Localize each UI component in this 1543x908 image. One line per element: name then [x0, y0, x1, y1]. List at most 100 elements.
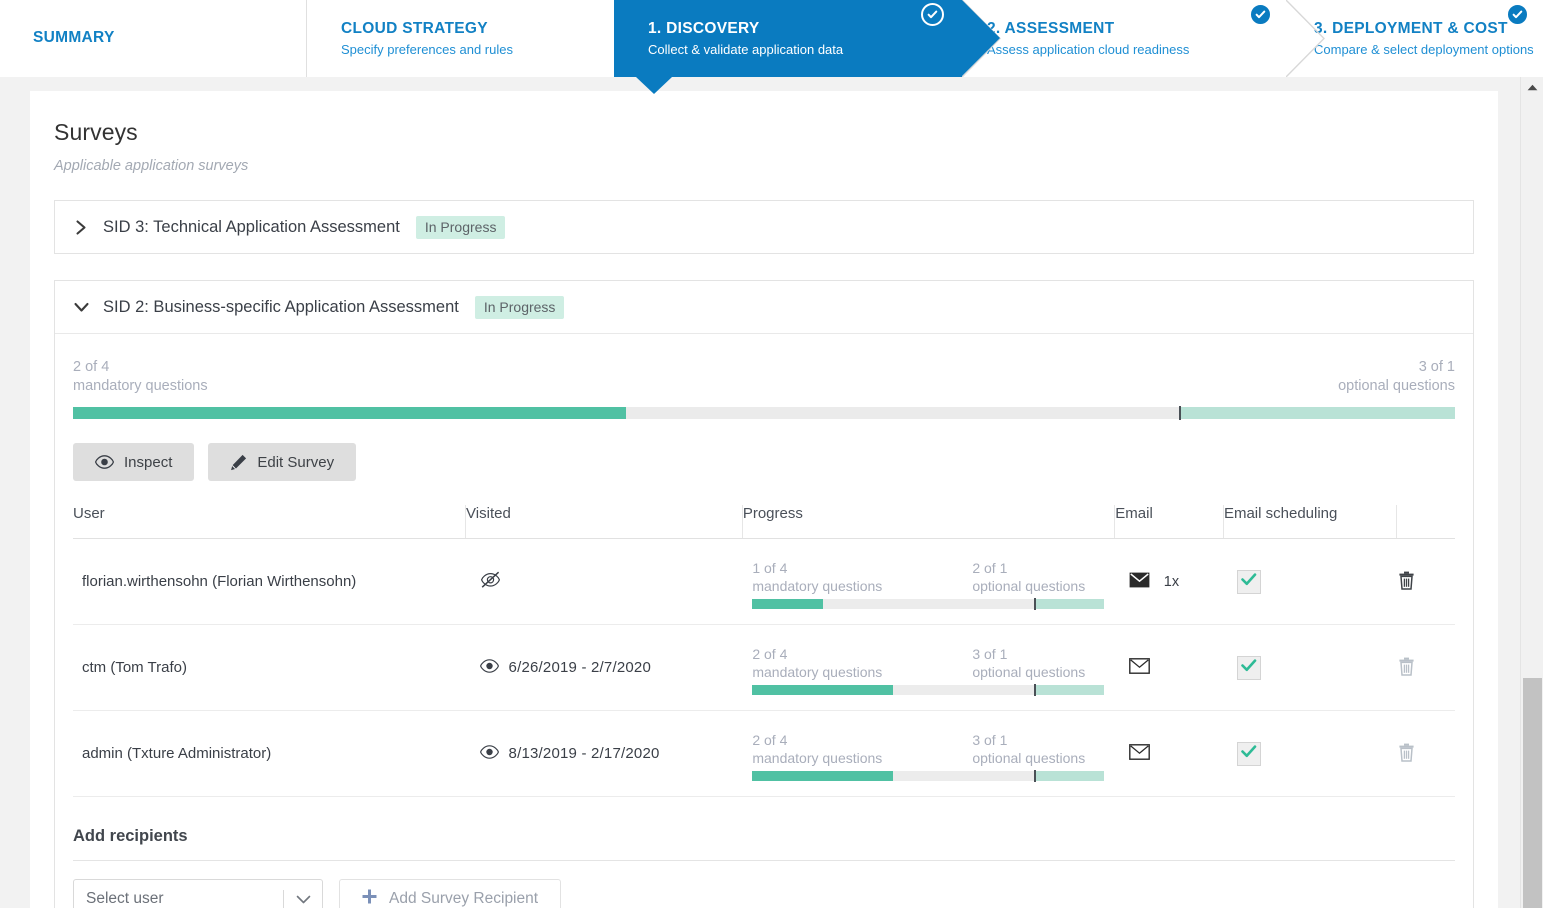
- progress-divider-tick: [1178, 406, 1181, 420]
- row-optional-caption: optional questions: [972, 749, 1086, 766]
- select-user-dropdown[interactable]: Select user: [73, 879, 323, 908]
- overall-progress-bar: [73, 406, 1455, 420]
- cell-user: admin (Txture Administrator): [73, 710, 466, 797]
- wizard-step-discovery[interactable]: 1. DISCOVERY Collect & validate applicat…: [614, 0, 1000, 94]
- wizard-step-subtitle: Specify preferences and rules: [341, 41, 513, 57]
- row-mandatory-caption: mandatory questions: [752, 577, 883, 594]
- plus-icon: [362, 889, 377, 908]
- table-row: ctm (Tom Trafo) 6/26/2019 - 2/7/2020 2 o…: [73, 624, 1455, 711]
- edit-survey-label: Edit Survey: [257, 453, 335, 471]
- trash-icon: [1398, 657, 1415, 679]
- email-scheduling-checkbox[interactable]: [1237, 569, 1262, 594]
- email-scheduling-checkbox[interactable]: [1237, 741, 1262, 766]
- inspect-label: Inspect: [124, 453, 173, 471]
- add-survey-recipient-label: Add Survey Recipient: [389, 890, 539, 907]
- cell-visited: 6/26/2019 - 2/7/2020: [465, 624, 743, 711]
- check-icon: [1241, 745, 1257, 762]
- vertical-scrollbar[interactable]: [1520, 77, 1543, 908]
- scroll-up-button[interactable]: [1521, 77, 1543, 97]
- pencil-icon: [230, 454, 247, 471]
- row-optional-caption: optional questions: [972, 577, 1086, 594]
- eye-icon: [479, 658, 499, 677]
- wizard-step-summary[interactable]: SUMMARY: [0, 0, 306, 77]
- row-optional-fill: [1033, 684, 1105, 695]
- row-optional-fill: [1033, 770, 1105, 781]
- chevron-down-icon: [296, 880, 311, 908]
- status-badge: In Progress: [474, 295, 565, 319]
- check-circle-icon: [921, 3, 944, 26]
- optional-caption: optional questions: [1338, 378, 1455, 394]
- envelope-filled-icon[interactable]: [1129, 572, 1150, 592]
- check-circle-icon: [1506, 3, 1529, 26]
- row-progress-divider-tick: [1033, 769, 1036, 782]
- email-scheduling-checkbox[interactable]: [1237, 655, 1262, 680]
- survey-panel-sid3: SID 3: Technical Application Assessment …: [54, 200, 1474, 254]
- row-optional-label: 3 of 1 optional questions: [972, 731, 1085, 767]
- eye-icon: [479, 744, 499, 763]
- row-mandatory-fill: [752, 598, 823, 609]
- edit-survey-button[interactable]: Edit Survey: [208, 443, 357, 481]
- row-optional-count: 2 of 1: [972, 559, 1008, 576]
- wizard-step-nav: SUMMARY CLOUD STRATEGY Specify preferenc…: [0, 0, 1543, 94]
- wizard-active-arrow: [962, 0, 1000, 76]
- eye-slash-icon: [480, 571, 501, 592]
- page-title: Surveys: [54, 119, 138, 145]
- wizard-step-subtitle: Compare & select deployment options: [1314, 41, 1534, 57]
- optional-progress-label: 3 of 1 optional questions: [1338, 358, 1455, 396]
- row-optional-caption: optional questions: [972, 663, 1086, 680]
- chevron-down-icon: [73, 302, 89, 313]
- cell-delete: [1396, 624, 1455, 711]
- cell-email: [1114, 710, 1224, 797]
- add-survey-recipient-button[interactable]: Add Survey Recipient: [339, 879, 562, 908]
- optional-count: 3 of 1: [1418, 359, 1455, 375]
- inspect-button[interactable]: Inspect: [73, 443, 195, 481]
- delete-recipient-button[interactable]: [1398, 657, 1415, 679]
- survey-panel-body: 2 of 4 mandatory questions 3 of 1 option…: [55, 333, 1473, 908]
- cell-email-scheduling: [1223, 624, 1397, 711]
- envelope-outline-icon[interactable]: [1128, 657, 1150, 678]
- wizard-divider-icon: [1286, 0, 1325, 77]
- table-body: florian.wirthensohn (Florian Wirthensohn…: [73, 538, 1455, 797]
- email-send-count: 1x: [1163, 573, 1180, 590]
- cell-progress: 1 of 4 mandatory questions 2 of 1 option…: [742, 538, 1115, 625]
- wizard-step-title: 1. DISCOVERY: [648, 19, 760, 37]
- delete-recipient-button[interactable]: [1398, 571, 1415, 593]
- row-progress-bar: [752, 597, 1105, 610]
- wizard-step-cloud-strategy[interactable]: CLOUD STRATEGY Specify preferences and r…: [306, 0, 614, 77]
- wizard-step-deployment-cost[interactable]: 3. DEPLOYMENT & COST Compare & select de…: [1286, 0, 1543, 77]
- envelope-outline-icon[interactable]: [1128, 743, 1150, 764]
- caret-up-icon: [1527, 78, 1538, 96]
- survey-panel-sid2: SID 2: Business-specific Application Ass…: [54, 280, 1474, 908]
- survey-panel-header-sid3[interactable]: SID 3: Technical Application Assessment …: [55, 201, 1473, 253]
- wizard-step-assessment[interactable]: 2. ASSESSMENT Assess application cloud r…: [962, 0, 1286, 77]
- row-optional-count: 3 of 1: [972, 731, 1008, 748]
- scrollbar-thumb[interactable]: [1523, 678, 1542, 908]
- survey-name: SID 3: Technical Application Assessment: [103, 217, 400, 236]
- row-mandatory-count: 2 of 4: [752, 731, 788, 748]
- mandatory-count: 2 of 4: [73, 359, 110, 375]
- add-recipients-controls: Select user Add Survey Recipient: [73, 879, 1455, 908]
- column-header-progress: Progress: [741, 505, 1115, 539]
- survey-overall-progress: 2 of 4 mandatory questions 3 of 1 option…: [73, 358, 1455, 432]
- row-mandatory-label: 1 of 4 mandatory questions: [752, 559, 882, 595]
- trash-icon: [1398, 571, 1415, 593]
- row-progress-divider-tick: [1033, 597, 1036, 610]
- optional-progress-fill: [1178, 407, 1455, 419]
- wizard-step-title: CLOUD STRATEGY: [341, 19, 488, 37]
- delete-recipient-button[interactable]: [1398, 743, 1415, 765]
- check-icon: [1241, 659, 1257, 676]
- survey-panel-header-sid2[interactable]: SID 2: Business-specific Application Ass…: [55, 281, 1473, 333]
- row-optional-count: 3 of 1: [972, 645, 1008, 662]
- survey-recipients-table: User Visited Progress Email Email schedu…: [73, 505, 1455, 797]
- cell-delete: [1396, 710, 1455, 797]
- row-optional-label: 3 of 1 optional questions: [972, 645, 1085, 681]
- row-optional-fill: [1033, 598, 1105, 609]
- mandatory-progress-label: 2 of 4 mandatory questions: [73, 358, 208, 396]
- page-subtitle: Applicable application surveys: [54, 158, 249, 174]
- cell-email: [1114, 624, 1224, 711]
- wizard-step-subtitle: Assess application cloud readiness: [987, 41, 1190, 57]
- row-optional-label: 2 of 1 optional questions: [972, 559, 1085, 595]
- status-badge: In Progress: [415, 215, 506, 239]
- table-header-row: User Visited Progress Email Email schedu…: [73, 505, 1455, 539]
- surveys-card: Surveys Applicable application surveys S…: [30, 91, 1498, 908]
